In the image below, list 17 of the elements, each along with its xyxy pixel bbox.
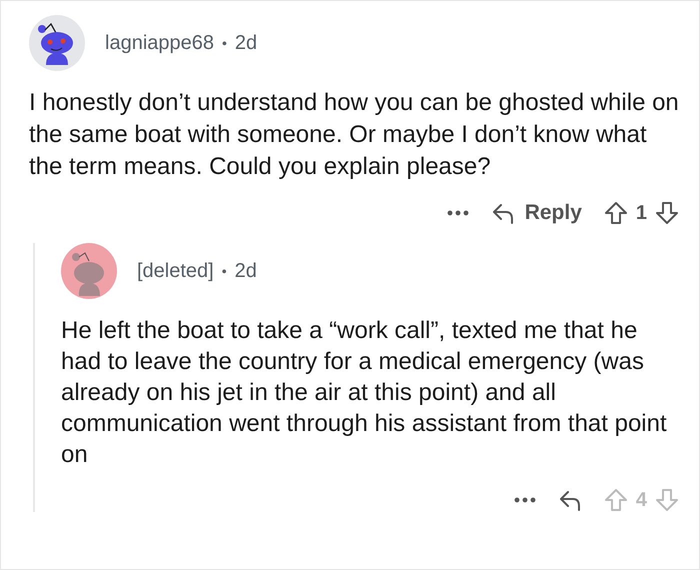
reply-icon[interactable] (558, 489, 582, 511)
username[interactable]: [deleted] (137, 260, 214, 282)
comment-text: He left the boat to take a “work call”, texted me that he had to leave the country for a medical emergency (was already on his jet in the air at this point) and all communication went through his assistant from that point on (61, 316, 668, 470)
separator-dot: • (222, 263, 227, 279)
more-options-icon[interactable] (446, 210, 469, 216)
downvote-icon[interactable] (655, 201, 679, 225)
timestamp: 2d (234, 32, 258, 54)
more-options-icon[interactable] (514, 497, 536, 503)
upvote-icon[interactable] (604, 201, 628, 225)
vote-count: 1 (636, 202, 647, 224)
separator-dot: • (222, 35, 227, 51)
reply-icon (490, 202, 515, 224)
comment-text: I honestly don’t understand how you can be ghosted while on the same boat with someone. Or maybe I don’t know what the term means. Could you explain please? (29, 88, 679, 182)
timestamp: 2d (234, 260, 257, 282)
vote-count: 4 (636, 488, 647, 512)
reply-button[interactable]: Reply (490, 201, 582, 225)
username[interactable]: lagniappe68 (105, 32, 214, 54)
